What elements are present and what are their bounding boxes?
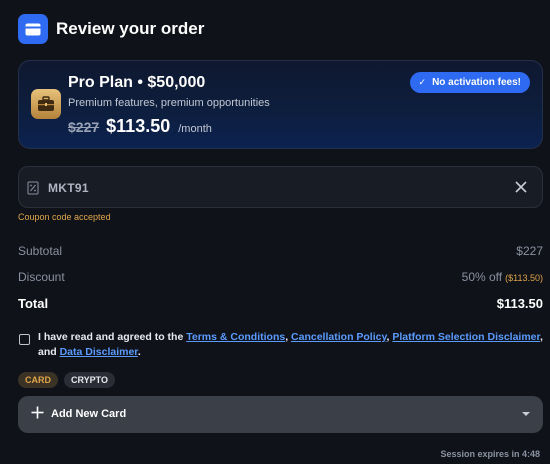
total-row: Total $113.50 xyxy=(18,296,543,311)
discount-value: 50% off xyxy=(461,270,503,284)
badge-label: No activation fees! xyxy=(432,77,521,88)
plan-name: Pro Plan • $50,000 xyxy=(68,74,206,91)
subtotal-value: $227 xyxy=(516,244,543,258)
card-icon xyxy=(18,14,48,44)
tab-crypto[interactable]: CRYPTO xyxy=(64,372,116,388)
price-row: $227 $113.50 /month xyxy=(68,116,212,137)
coupon-code: MKT91 xyxy=(48,181,89,195)
close-icon xyxy=(515,181,527,193)
page-header: Review your order xyxy=(18,13,532,45)
payment-method-tabs: CARD CRYPTO xyxy=(18,372,121,388)
no-activation-fee-badge: ✓ No activation fees! xyxy=(409,72,530,93)
price-period: /month xyxy=(178,123,212,135)
platform-disclaimer-link[interactable]: Platform Selection Disclaimer xyxy=(392,331,540,343)
agreement-suffix: . xyxy=(137,346,141,358)
subtotal-row: Subtotal $227 xyxy=(18,244,543,258)
discount-value-group: 50% off ($113.50) xyxy=(462,270,543,284)
discount-row: Discount 50% off ($113.50) xyxy=(18,270,543,284)
chevron-down-icon xyxy=(522,412,530,416)
coupon-icon xyxy=(27,181,39,195)
plan-card: Pro Plan • $50,000 Premium features, pre… xyxy=(18,60,543,149)
agreement: I have read and agreed to the Terms & Co… xyxy=(18,330,543,360)
clear-coupon-button[interactable] xyxy=(514,179,528,195)
terms-link[interactable]: Terms & Conditions xyxy=(186,331,285,343)
data-disclaimer-link[interactable]: Data Disclaimer xyxy=(60,346,138,358)
coupon-input[interactable]: MKT91 xyxy=(18,166,543,208)
plan-subtitle: Premium features, premium opportunities xyxy=(68,97,270,109)
price-discounted: $113.50 xyxy=(106,116,171,136)
agreement-checkbox[interactable] xyxy=(19,334,30,345)
briefcase-icon xyxy=(31,89,61,119)
total-value: $113.50 xyxy=(496,296,543,311)
tab-card[interactable]: CARD xyxy=(18,372,58,388)
add-new-card-label: Add New Card xyxy=(51,408,127,420)
cancellation-policy-link[interactable]: Cancellation Policy xyxy=(291,331,387,343)
discount-amount: ($113.50) xyxy=(505,273,543,283)
discount-label: Discount xyxy=(18,270,65,284)
session-timer: Session expires in 4:48 xyxy=(440,449,540,459)
subtotal-label: Subtotal xyxy=(18,244,63,258)
page-title: Review your order xyxy=(56,19,205,38)
coupon-status: Coupon code accepted xyxy=(18,212,111,222)
plus-icon xyxy=(30,405,44,423)
check-icon: ✓ xyxy=(418,77,427,87)
agreement-text: I have read and agreed to the Terms & Co… xyxy=(38,330,543,360)
agreement-prefix: I have read and agreed to the xyxy=(38,331,187,343)
add-new-card-dropdown[interactable]: Add New Card xyxy=(18,396,543,433)
price-original: $227 xyxy=(68,119,100,135)
total-label: Total xyxy=(18,296,49,311)
